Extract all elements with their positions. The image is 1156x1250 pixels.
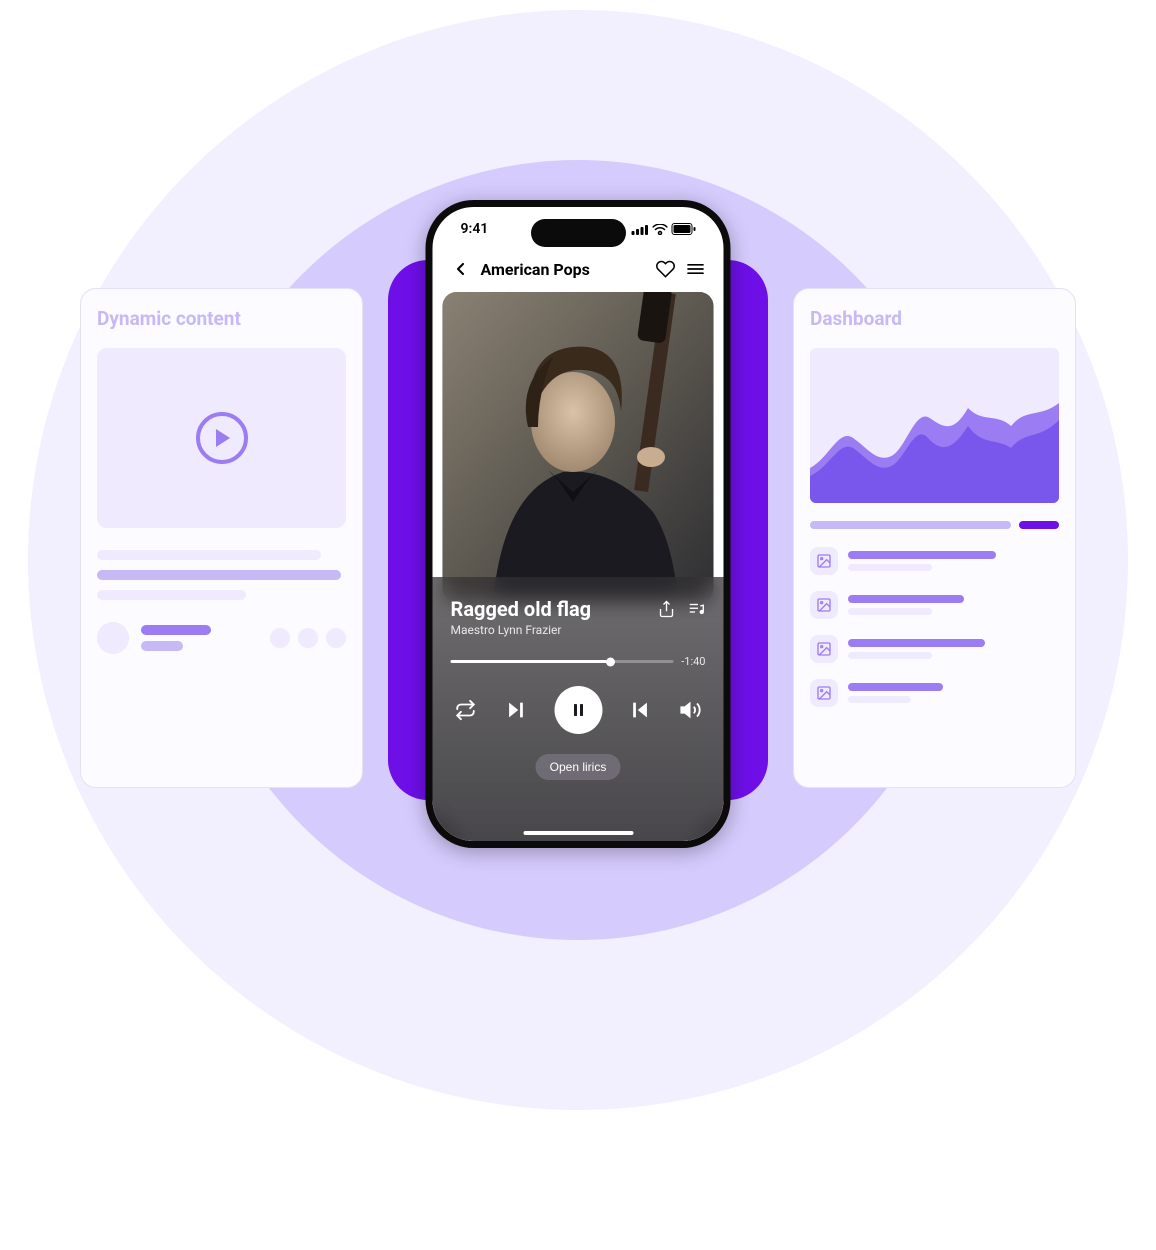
skeleton-line	[97, 570, 341, 580]
pause-button[interactable]	[554, 686, 602, 734]
dashboard-card: Dashboard	[793, 288, 1076, 788]
phone-screen: 9:41 American Pops	[433, 207, 724, 841]
nav-bar: American Pops	[433, 259, 724, 279]
video-preview[interactable]	[97, 348, 346, 528]
list-item	[810, 679, 1059, 707]
avatar-placeholder	[97, 622, 129, 654]
open-lyrics-button[interactable]: Open lirics	[536, 754, 621, 780]
heart-icon[interactable]	[656, 259, 676, 279]
pager-dot	[326, 628, 346, 648]
dashboard-title: Dashboard	[810, 307, 1059, 330]
skeleton-line	[141, 641, 183, 651]
track-artist: Maestro Lynn Frazier	[451, 623, 592, 637]
time-remaining: -1:40	[681, 655, 705, 668]
skeleton-line	[97, 550, 321, 560]
image-icon	[810, 635, 838, 663]
player-panel: Ragged old flag Maestro Lynn Frazier -1:…	[433, 577, 724, 841]
image-icon	[810, 679, 838, 707]
skeleton-line	[141, 625, 211, 635]
cellular-icon	[632, 224, 649, 235]
skeleton-line	[97, 590, 246, 600]
back-icon[interactable]	[451, 259, 471, 279]
list-item	[810, 635, 1059, 663]
dashboard-chart	[810, 348, 1059, 503]
track-title: Ragged old flag	[451, 597, 592, 621]
repeat-icon[interactable]	[455, 699, 477, 721]
list-item	[810, 547, 1059, 575]
page-title: American Pops	[481, 260, 590, 279]
next-icon[interactable]	[504, 699, 526, 721]
wifi-icon	[653, 224, 668, 235]
image-icon	[810, 547, 838, 575]
pause-icon	[569, 701, 587, 719]
home-indicator[interactable]	[523, 831, 633, 835]
phone-notch	[531, 219, 626, 247]
album-artwork	[443, 292, 714, 602]
previous-icon[interactable]	[630, 699, 652, 721]
status-time: 9:41	[461, 221, 489, 237]
skeleton-author-row	[97, 622, 346, 654]
dynamic-content-title: Dynamic content	[97, 307, 346, 330]
queue-icon[interactable]	[688, 600, 706, 618]
play-circle-icon[interactable]	[196, 412, 248, 464]
share-icon[interactable]	[658, 600, 676, 618]
battery-icon	[672, 223, 696, 235]
list-item	[810, 591, 1059, 619]
pager-dot	[298, 628, 318, 648]
progress-slider[interactable]	[451, 660, 674, 663]
menu-icon[interactable]	[686, 259, 706, 279]
image-icon	[810, 591, 838, 619]
skeleton-stat-row	[810, 521, 1059, 529]
pager-dot	[270, 628, 290, 648]
volume-icon[interactable]	[680, 699, 702, 721]
dynamic-content-card: Dynamic content	[80, 288, 363, 788]
phone-frame: 9:41 American Pops	[426, 200, 731, 848]
